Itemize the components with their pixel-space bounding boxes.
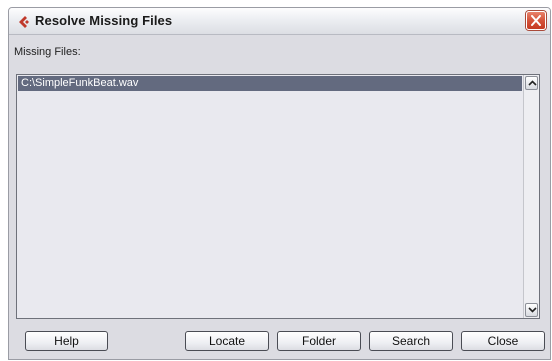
help-button[interactable]: Help	[25, 331, 108, 351]
chevron-down-icon	[528, 307, 537, 313]
scroll-up-button[interactable]	[525, 76, 538, 90]
folder-button[interactable]: Folder	[277, 331, 361, 351]
close-button[interactable]: Close	[461, 331, 545, 351]
vertical-scrollbar[interactable]	[523, 75, 539, 318]
missing-files-label: Missing Files:	[14, 46, 81, 58]
close-window-button[interactable]	[526, 11, 546, 30]
title-bar[interactable]: Resolve Missing Files	[9, 8, 550, 35]
window-title: Resolve Missing Files	[35, 13, 173, 28]
cubase-icon	[16, 15, 30, 29]
close-icon	[531, 15, 541, 26]
locate-button[interactable]: Locate	[185, 331, 269, 351]
scroll-down-button[interactable]	[525, 303, 538, 317]
search-button[interactable]: Search	[369, 331, 453, 351]
list-item[interactable]: C:\SimpleFunkBeat.wav	[18, 76, 522, 91]
missing-files-list[interactable]: C:\SimpleFunkBeat.wav	[16, 74, 540, 319]
chevron-up-icon	[528, 80, 537, 86]
